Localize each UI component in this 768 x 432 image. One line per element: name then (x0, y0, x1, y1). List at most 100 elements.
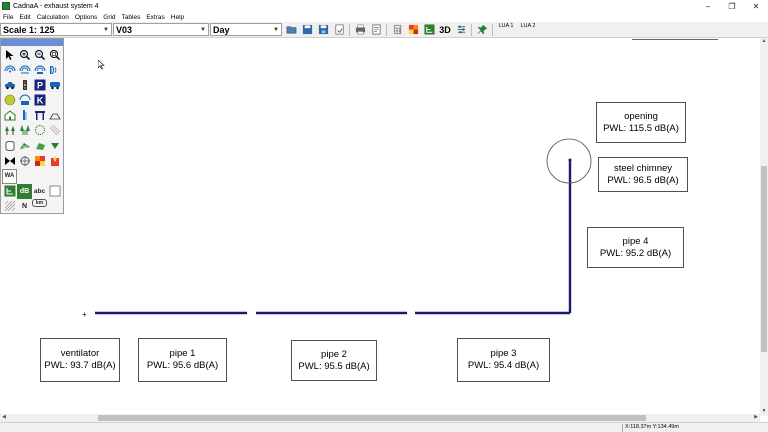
opening-point[interactable] (568, 158, 572, 162)
embankment-tool[interactable] (47, 108, 62, 123)
cylinder-tool[interactable] (2, 138, 17, 153)
label-pipe-3[interactable]: pipe 3 PWL: 95.4 dB(A) (457, 338, 550, 382)
menu-options[interactable]: Options (72, 14, 100, 21)
area-source-tool[interactable] (32, 62, 47, 77)
barrier-icon (22, 110, 27, 121)
diffraction-tool[interactable] (2, 153, 17, 168)
label-pipe-1[interactable]: pipe 1 PWL: 95.6 dB(A) (138, 338, 227, 382)
export-icon (335, 24, 343, 35)
variant-combo[interactable]: V03 ▼ (113, 23, 209, 36)
menu-help[interactable]: Help (168, 14, 187, 21)
horizontal-scroll-thumb[interactable] (98, 415, 646, 421)
heatmap-icon (34, 155, 45, 166)
palette-title-bar[interactable] (1, 39, 63, 46)
vertical-area-source-tool[interactable] (47, 62, 62, 77)
scroll-left-arrow[interactable]: ◀ (0, 414, 8, 422)
wa-tool[interactable]: WA (2, 168, 17, 184)
railway-tool[interactable] (47, 77, 62, 92)
period-value: Day (213, 24, 230, 35)
vertical-scrollbar[interactable]: ▲ ▼ (760, 38, 768, 416)
horizontal-scrollbar[interactable]: ◀ ▶ (0, 414, 760, 422)
grid-map-button[interactable] (406, 23, 420, 36)
maximize-button[interactable]: ❐ (720, 0, 744, 12)
scale-combo[interactable]: Scale 1: 125 ▼ (0, 23, 112, 36)
menu-grid[interactable]: Grid (100, 14, 118, 21)
label-pipe-4[interactable]: pipe 4 PWL: 95.2 dB(A) (587, 227, 684, 268)
frame-tool[interactable] (47, 184, 62, 199)
view-3d-button[interactable]: 3D (438, 23, 452, 36)
barrier-tool[interactable] (17, 108, 32, 123)
north-arrow-tool[interactable]: N (17, 199, 32, 214)
road-tool[interactable] (2, 77, 17, 92)
label-ventilator[interactable]: ventilator PWL: 93.7 dB(A) (40, 338, 120, 382)
scale-bar-tool[interactable]: km (32, 198, 47, 207)
minimize-button[interactable]: – (696, 0, 720, 12)
point-source-tool[interactable] (2, 62, 17, 77)
menu-tables[interactable]: Tables (119, 14, 144, 21)
variant-value: V03 (116, 24, 133, 35)
vertical-scroll-thumb[interactable] (761, 166, 767, 352)
vegetation-tool[interactable] (2, 123, 17, 138)
k-glyph: K (36, 96, 43, 106)
close-button[interactable]: ✕ (744, 0, 768, 12)
scroll-right-arrow[interactable]: ▶ (752, 414, 760, 422)
label-pwl: PWL: 93.7 dB(A) (44, 360, 116, 371)
k-object-tool[interactable]: K (32, 93, 47, 108)
zoom-window-tool[interactable] (47, 47, 62, 62)
building-tool[interactable] (2, 108, 17, 123)
line-source-icon (19, 65, 30, 74)
save-as-button[interactable] (316, 23, 330, 36)
zoom-out-tool[interactable] (32, 47, 47, 62)
heat-map-tool[interactable] (32, 153, 47, 168)
scroll-up-arrow[interactable]: ▲ (760, 38, 768, 46)
menu-extras[interactable]: Extras (143, 14, 167, 21)
bridge-tool[interactable] (32, 108, 47, 123)
pin-icon (477, 24, 487, 35)
lua-1-button[interactable]: LUA 1 (497, 23, 515, 36)
calculator-button[interactable] (390, 23, 404, 36)
line-source-tool[interactable] (17, 62, 32, 77)
text-tool[interactable]: abc (32, 184, 47, 199)
antenna-tool[interactable] (17, 93, 32, 108)
lua-2-button[interactable]: LUA 2 (519, 23, 537, 36)
area-tool[interactable] (32, 138, 47, 153)
forest-tool[interactable] (17, 123, 32, 138)
db-label-tool[interactable]: dB (17, 183, 32, 199)
print-button[interactable] (353, 23, 367, 36)
list-settings-button[interactable] (454, 23, 468, 36)
tree-object-tool[interactable] (2, 184, 17, 199)
traffic-light-tool[interactable] (17, 77, 32, 92)
flame-tool[interactable] (47, 153, 62, 168)
save-icon (302, 24, 312, 35)
receiver-tool[interactable] (2, 93, 17, 108)
object-tree-button[interactable] (422, 23, 436, 36)
arrow-marker-tool[interactable] (47, 138, 62, 153)
parking-lot-tool[interactable]: P (32, 77, 47, 92)
zoom-in-tool[interactable] (17, 47, 32, 62)
hatch-tool[interactable] (2, 199, 17, 214)
scroll-down-arrow[interactable]: ▼ (760, 408, 768, 416)
label-steel-chimney[interactable]: steel chimney PWL: 96.5 dB(A) (598, 157, 688, 192)
label-pwl: PWL: 95.6 dB(A) (146, 360, 219, 371)
period-combo[interactable]: Day ▼ (210, 23, 282, 36)
chevron-down-icon: ▼ (103, 26, 109, 33)
label-pipe-2[interactable]: pipe 2 PWL: 95.5 dB(A) (291, 340, 377, 381)
crosshair-tool[interactable] (17, 153, 32, 168)
select-arrow-tool[interactable] (2, 47, 17, 62)
shrub-tool[interactable] (32, 123, 47, 138)
drawing-canvas[interactable]: + ventilator PWL: 93.7 dB(A) pipe 1 PWL:… (0, 38, 760, 416)
menu-calculation[interactable]: Calculation (34, 14, 72, 21)
menu-edit[interactable]: Edit (16, 14, 33, 21)
page-layout-button[interactable] (369, 23, 383, 36)
label-opening[interactable]: opening PWL: 115.5 dB(A) (596, 102, 686, 143)
export-button[interactable] (332, 23, 346, 36)
save-button[interactable] (300, 23, 314, 36)
palette-grid: P K 3D WA dB abc N km (1, 46, 63, 215)
open-folder-button[interactable] (284, 23, 298, 36)
menu-file[interactable]: File (0, 14, 16, 21)
label-pwl: PWL: 115.5 dB(A) (603, 122, 679, 134)
calculator-icon (393, 24, 401, 35)
pin-button[interactable] (475, 23, 489, 36)
ground-absorption-tool[interactable] (47, 123, 62, 138)
contour-3d-tool[interactable]: 3D (17, 138, 32, 153)
